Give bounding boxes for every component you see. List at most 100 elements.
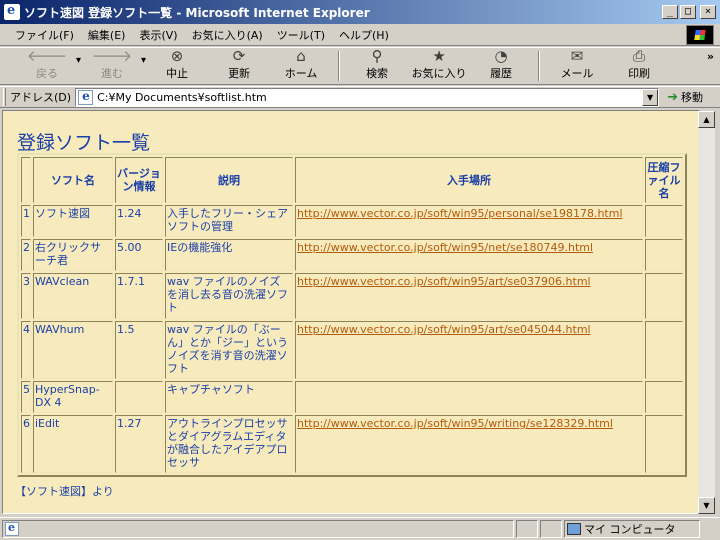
address-input[interactable]: C:¥My Documents¥softlist.htm ▼ xyxy=(75,87,660,107)
row-version: 5.00 xyxy=(115,239,163,271)
standard-toolbar: 🡐 戻る ▾ 🡒 進む ▾ ⊗ 中止 ⟳ 更新 ⌂ ホーム ⚲ 検索 ★ お気に… xyxy=(0,47,720,85)
home-button[interactable]: ⌂ ホーム xyxy=(270,48,332,84)
toolbar-separator xyxy=(338,51,341,81)
row-url-cell: http://www.vector.co.jp/soft/win95/perso… xyxy=(295,205,643,237)
download-link[interactable]: http://www.vector.co.jp/soft/win95/writi… xyxy=(297,417,613,430)
row-url-cell xyxy=(295,381,643,413)
go-button[interactable]: ➔ 移動 xyxy=(667,89,703,105)
col-header-version: バージョン情報 xyxy=(115,157,163,203)
menu-file[interactable]: ファイル(F) xyxy=(8,27,81,43)
row-file xyxy=(645,415,683,473)
maximize-button[interactable]: □ xyxy=(680,5,696,19)
row-description: キャプチャソフト xyxy=(165,381,293,413)
row-file xyxy=(645,321,683,379)
row-url-cell: http://www.vector.co.jp/soft/win95/net/s… xyxy=(295,239,643,271)
menu-edit[interactable]: 編集(E) xyxy=(81,27,133,43)
table-row: 1 ソフト速図 1.24 入手したフリー・シェアソフトの管理 http://ww… xyxy=(21,205,683,237)
row-name: iEdit xyxy=(33,415,113,473)
row-version: 1.7.1 xyxy=(115,273,163,319)
row-number: 5 xyxy=(21,381,31,413)
row-url-cell: http://www.vector.co.jp/soft/win95/art/s… xyxy=(295,321,643,379)
back-label: 戻る xyxy=(36,67,58,80)
col-header-url: 入手場所 xyxy=(295,157,643,203)
vertical-scrollbar[interactable]: ▲ ▼ xyxy=(698,111,715,514)
download-link[interactable]: http://www.vector.co.jp/soft/win95/art/s… xyxy=(297,275,591,288)
menu-favorites[interactable]: お気に入り(A) xyxy=(185,27,270,43)
favorites-icon: ★ xyxy=(432,47,446,65)
close-button[interactable]: × xyxy=(700,5,716,19)
menu-tools[interactable]: ツール(T) xyxy=(270,27,332,43)
source-credit: 【ソフト速図】より xyxy=(15,485,114,498)
download-link[interactable]: http://www.vector.co.jp/soft/win95/net/s… xyxy=(297,241,593,254)
page-content: 登録ソフト一覧 ソフト名 バージョン情報 説明 入手場所 圧縮ファイル名 1 ソ… xyxy=(2,110,700,514)
table-row: 5 HyperSnap-DX 4 キャプチャソフト xyxy=(21,381,683,413)
window-title: ソフト速図 登録ソフト一覧 - Microsoft Internet Explo… xyxy=(24,5,370,20)
status-main xyxy=(2,520,514,538)
favorites-button[interactable]: ★ お気に入り xyxy=(408,48,470,84)
favorites-label: お気に入り xyxy=(411,67,467,80)
row-url-cell: http://www.vector.co.jp/soft/win95/writi… xyxy=(295,415,643,473)
scroll-up-icon[interactable]: ▲ xyxy=(698,111,715,128)
table-row: 6 iEdit 1.27 アウトラインプロセッサとダイアグラムエディタが融合した… xyxy=(21,415,683,473)
menu-view[interactable]: 表示(V) xyxy=(132,27,184,43)
scroll-down-icon[interactable]: ▼ xyxy=(698,497,715,514)
row-name: WAVclean xyxy=(33,273,113,319)
page-icon xyxy=(78,89,94,105)
print-button[interactable]: ⎙ 印刷 xyxy=(608,48,670,84)
status-cell xyxy=(516,520,538,538)
row-version: 1.5 xyxy=(115,321,163,379)
row-name: HyperSnap-DX 4 xyxy=(33,381,113,413)
zone-label: マイ コンピュータ xyxy=(584,523,676,536)
row-number: 4 xyxy=(21,321,31,379)
row-description: wav ファイルのノイズを消し去る音の洗濯ソフト xyxy=(165,273,293,319)
address-label: アドレス(D) xyxy=(10,91,72,104)
search-button[interactable]: ⚲ 検索 xyxy=(346,48,408,84)
mail-label: メール xyxy=(560,67,594,80)
search-label: 検索 xyxy=(366,67,389,80)
address-dropdown-icon[interactable]: ▼ xyxy=(642,88,659,106)
row-file xyxy=(645,381,683,413)
download-link[interactable]: http://www.vector.co.jp/soft/win95/art/s… xyxy=(297,323,591,336)
table-row: 2 右クリックサーチ君 5.00 IEの機能強化 http://www.vect… xyxy=(21,239,683,271)
window-controls: _ □ × xyxy=(662,5,716,19)
security-zone: マイ コンピュータ xyxy=(564,520,700,538)
table-header-row: ソフト名 バージョン情報 説明 入手場所 圧縮ファイル名 xyxy=(21,157,683,203)
row-number: 1 xyxy=(21,205,31,237)
row-description: wav ファイルの「ぶーん」とか「ジー」というノイズを消す音の洗濯ソフト xyxy=(165,321,293,379)
row-name: WAVhum xyxy=(33,321,113,379)
row-name: 右クリックサーチ君 xyxy=(33,239,113,271)
address-value[interactable]: C:¥My Documents¥softlist.htm xyxy=(97,91,267,104)
back-button[interactable]: 🡐 戻る xyxy=(16,48,78,84)
col-header-file: 圧縮ファイル名 xyxy=(645,157,683,203)
ie-icon[interactable] xyxy=(4,3,20,20)
history-label: 履歴 xyxy=(490,67,513,80)
forward-button[interactable]: 🡒 進む xyxy=(81,48,143,84)
minimize-button[interactable]: _ xyxy=(662,5,678,19)
row-description: IEの機能強化 xyxy=(165,239,293,271)
menu-bar: ファイル(F) 編集(E) 表示(V) お気に入り(A) ツール(T) ヘルプ(… xyxy=(0,24,720,46)
menu-help[interactable]: ヘルプ(H) xyxy=(332,27,396,43)
title-bar: ソフト速図 登録ソフト一覧 - Microsoft Internet Explo… xyxy=(0,0,720,24)
windows-logo-icon xyxy=(686,25,714,45)
history-button[interactable]: ◔ 履歴 xyxy=(470,48,532,84)
back-arrow-icon: 🡐 xyxy=(26,47,68,65)
row-number: 6 xyxy=(21,415,31,473)
row-version: 1.24 xyxy=(115,205,163,237)
table-row: 4 WAVhum 1.5 wav ファイルの「ぶーん」とか「ジー」というノイズを… xyxy=(21,321,683,379)
mail-button[interactable]: ✉ メール xyxy=(546,48,608,84)
stop-button[interactable]: ⊗ 中止 xyxy=(146,48,208,84)
download-link[interactable]: http://www.vector.co.jp/soft/win95/perso… xyxy=(297,207,623,220)
status-cell xyxy=(540,520,562,538)
row-name: ソフト速図 xyxy=(33,205,113,237)
col-header-no xyxy=(21,157,31,203)
row-description: アウトラインプロセッサとダイアグラムエディタが融合したアイデアプロセッサ xyxy=(165,415,293,473)
row-number: 3 xyxy=(21,273,31,319)
row-number: 2 xyxy=(21,239,31,271)
refresh-button[interactable]: ⟳ 更新 xyxy=(208,48,270,84)
grip-handle[interactable] xyxy=(3,88,6,106)
toolbar-overflow-icon[interactable]: » xyxy=(707,50,714,63)
row-file xyxy=(645,273,683,319)
row-version xyxy=(115,381,163,413)
print-icon: ⎙ xyxy=(633,47,646,65)
go-label: 移動 xyxy=(680,91,703,104)
